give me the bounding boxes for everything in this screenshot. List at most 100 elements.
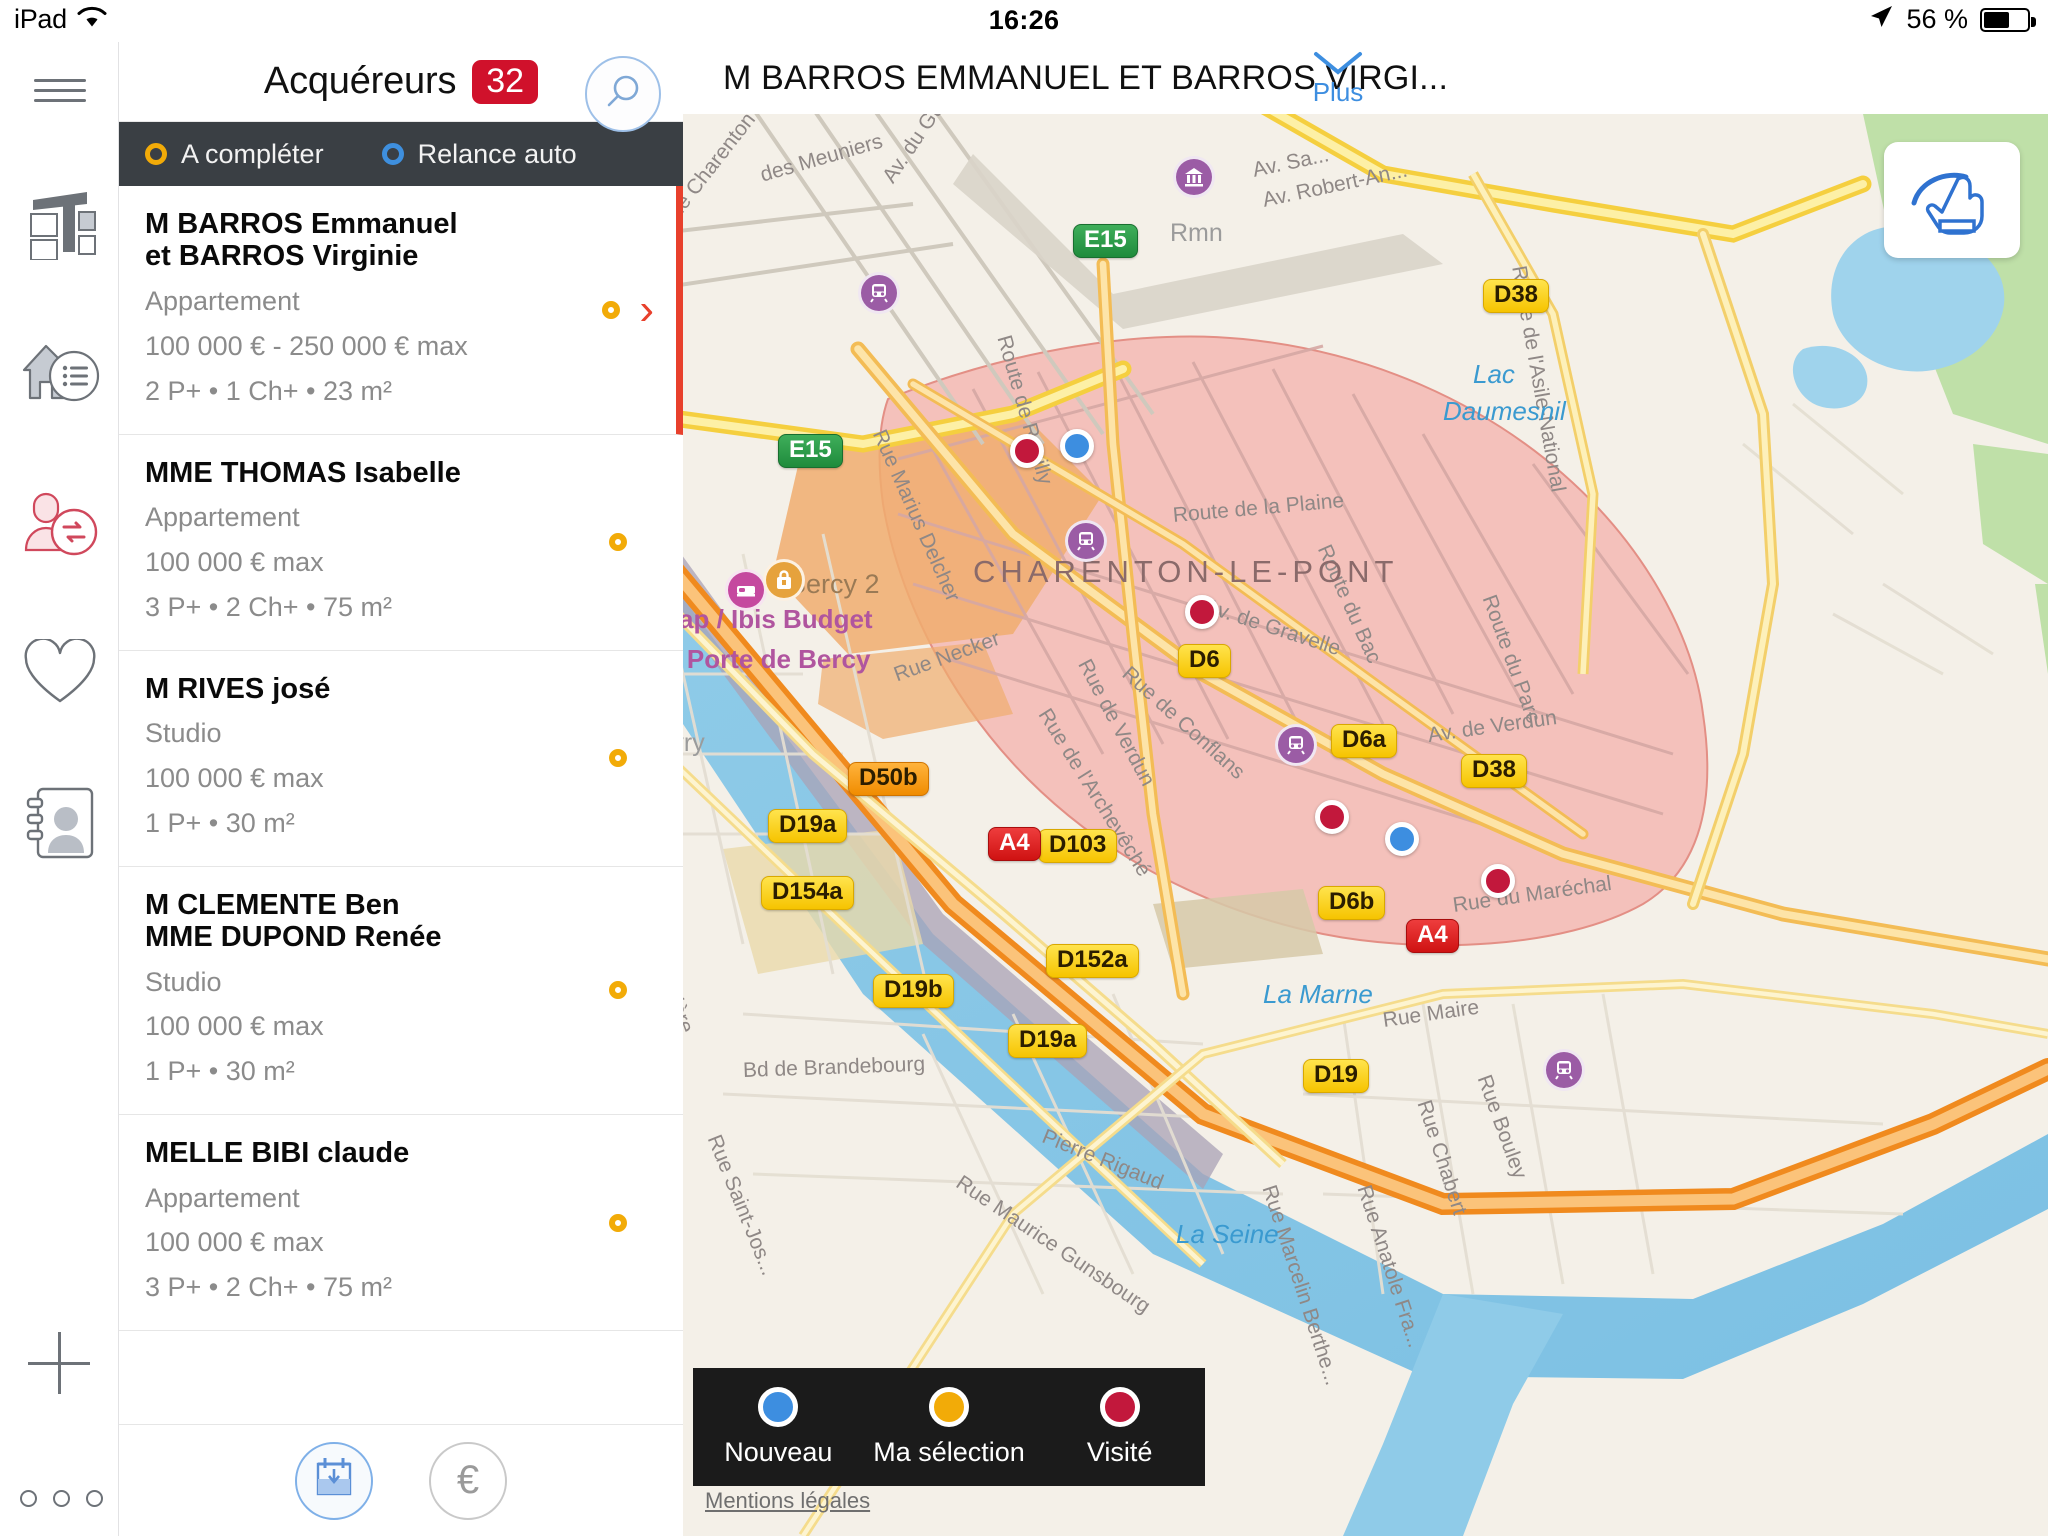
map-base-graphics <box>683 114 2048 1536</box>
road-shield: D19 <box>1303 1059 1370 1093</box>
search-icon <box>602 71 644 118</box>
filter-relance-auto[interactable]: Relance auto <box>381 139 577 170</box>
hamburger-menu-icon[interactable] <box>34 72 86 109</box>
heart-icon <box>22 637 98 712</box>
legend-item[interactable]: Ma sélection <box>864 1368 1035 1486</box>
map-header: M BARROS EMMANUEL ET BARROS VIRGI... Plu… <box>683 42 2048 114</box>
search-button[interactable] <box>585 56 661 132</box>
map-legend: Nouveau Ma sélection Visité <box>693 1368 1205 1486</box>
rail-item-listings[interactable] <box>0 300 119 450</box>
legend-item[interactable]: Visité <box>1034 1368 1205 1486</box>
buyer-list-item[interactable]: MME THOMAS Isabelle Appartement 100 000 € … <box>119 434 683 651</box>
legend-label: Nouveau <box>724 1436 833 1467</box>
rail-item-buyers[interactable] <box>0 450 119 600</box>
buyer-criteria: 1 P+ • 30 m² <box>145 807 295 838</box>
plus-toggle-button[interactable]: Plus <box>1283 48 1393 108</box>
status-ring-icon <box>609 749 627 768</box>
app-root: iPad 16:26 56 % Acquéreurs 32 A compléte… <box>0 0 2048 1536</box>
chevron-right-icon[interactable]: › <box>639 285 654 335</box>
euro-button[interactable]: € <box>429 1441 507 1520</box>
status-ring-icon <box>609 533 627 552</box>
museum-icon[interactable] <box>1173 156 1215 198</box>
train-station-icon[interactable] <box>1065 520 1107 562</box>
panel-footer: € <box>119 1424 683 1536</box>
buyer-list-item[interactable]: M CLEMENTE Ben MME DUPOND Renée Studio 100 … <box>119 866 683 1116</box>
rail-icon-list <box>0 150 119 900</box>
map-pin-red[interactable] <box>1185 595 1219 629</box>
buyer-property-type: Appartement <box>145 285 300 316</box>
buyer-property-type: Appartement <box>145 501 300 532</box>
map-pin-red[interactable] <box>1481 864 1515 898</box>
buyers-list[interactable]: M BARROS Emmanuel et BARROS Virginie Appa… <box>119 186 683 1456</box>
buyer-name: MME THOMAS Isabelle <box>145 456 461 489</box>
buyer-list-item[interactable]: M BARROS Emmanuel et BARROS Virginie Appa… <box>119 186 683 435</box>
plus-icon[interactable] <box>28 1332 90 1394</box>
buyer-budget: 100 000 € max <box>145 1011 324 1042</box>
rail-item-favorites[interactable] <box>0 600 119 750</box>
buyer-name: M RIVES josé <box>145 672 331 705</box>
buyer-budget: 100 000 € max <box>145 546 324 577</box>
road-shield: D50b <box>848 762 929 796</box>
legend-label: Ma sélection <box>873 1436 1025 1467</box>
count-badge: 32 <box>472 59 539 104</box>
buyer-name: M CLEMENTE Ben <box>145 888 400 921</box>
page-title: Acquéreurs <box>263 60 457 102</box>
legend-label: Visité <box>1086 1436 1153 1467</box>
three-dots-icon[interactable] <box>20 1490 103 1507</box>
buyers-panel: Acquéreurs 32 A compléter Relance auto M… <box>119 42 683 1536</box>
status-ring-icon <box>609 981 627 1000</box>
buyer-budget: 100 000 € max <box>145 1227 324 1258</box>
clock: 16:26 <box>988 5 1060 35</box>
train-station-icon[interactable] <box>1543 1049 1585 1091</box>
status-ring-icon <box>609 1213 627 1232</box>
buyer-list-item[interactable]: MELLE BIBI claude Appartement 100 000 € ma… <box>119 1115 683 1332</box>
rotate-hand-gesture-icon <box>1902 155 2002 246</box>
road-shield: E15 <box>1073 224 1138 258</box>
train-station-icon[interactable] <box>858 272 900 314</box>
battery-icon <box>1980 7 2036 32</box>
map-pin-blue[interactable] <box>1060 429 1094 463</box>
road-shield: A4 <box>988 827 1041 861</box>
map-canvas[interactable]: Rue Necker Rue de Verdun Rue de Conflans Ru… <box>683 114 2048 1536</box>
status-bar: iPad 16:26 56 % <box>0 0 2048 42</box>
status-ring-icon <box>602 300 620 319</box>
buyer-list-item[interactable]: M RIVES josé Studio 100 000 € max 1 P+ • 30… <box>119 650 683 867</box>
train-station-icon[interactable] <box>1275 724 1317 766</box>
legend-dot-red-icon <box>1099 1386 1140 1427</box>
road-shield: D6 <box>1178 644 1231 678</box>
buyer-criteria: 2 P+ • 1 Ch+ • 23 m² <box>145 375 393 406</box>
map-pin-red[interactable] <box>1315 800 1349 834</box>
map-pin-blue[interactable] <box>1385 822 1419 856</box>
road-shield: D6a <box>1331 724 1398 758</box>
rotate-gesture-button[interactable] <box>1884 142 2020 258</box>
filter-label: A compléter <box>181 138 324 169</box>
buyer-names: M BARROS Emmanuel et BARROS Virginie <box>145 208 650 273</box>
road-shield: D152a <box>1046 944 1139 978</box>
calendar-import-icon <box>311 1455 357 1506</box>
road-shield: D38 <box>1483 279 1550 313</box>
rail-item-agency[interactable] <box>0 150 119 300</box>
status-bar-right: 56 % <box>1868 4 2036 35</box>
location-arrow-icon <box>1868 4 1894 35</box>
left-icon-rail <box>0 42 119 1536</box>
buyer-names: M CLEMENTE Ben MME DUPOND Renée <box>145 889 657 954</box>
filter-a-completer[interactable]: A compléter <box>145 139 324 170</box>
hotel-bed-icon[interactable] <box>725 569 767 611</box>
rail-item-contacts[interactable] <box>0 750 119 900</box>
buyer-name: MELLE BIBI claude <box>145 1137 410 1170</box>
legend-item[interactable]: Nouveau <box>693 1368 864 1486</box>
house-list-icon <box>20 340 100 411</box>
shopping-bag-icon[interactable] <box>763 559 805 601</box>
road-shield: D19a <box>1008 1024 1088 1058</box>
buyer-criteria: 1 P+ • 30 m² <box>145 1056 295 1087</box>
euro-icon: € <box>456 1458 480 1502</box>
buyer-property-type: Studio <box>145 718 222 749</box>
calendar-import-button[interactable] <box>295 1441 373 1520</box>
map-panel[interactable]: M BARROS EMMANUEL ET BARROS VIRGI... Plu… <box>683 42 2048 1536</box>
buyer-budget: 100 000 € - 250 000 € max <box>145 330 468 361</box>
buyer-criteria: 3 P+ • 2 Ch+ • 75 m² <box>145 1272 393 1303</box>
buyer-criteria: 3 P+ • 2 Ch+ • 75 m² <box>145 591 393 622</box>
map-pin-red[interactable] <box>1010 434 1044 468</box>
map-attribution[interactable]: Mentions légales <box>705 1488 870 1514</box>
panel-header: Acquéreurs 32 <box>119 42 683 132</box>
